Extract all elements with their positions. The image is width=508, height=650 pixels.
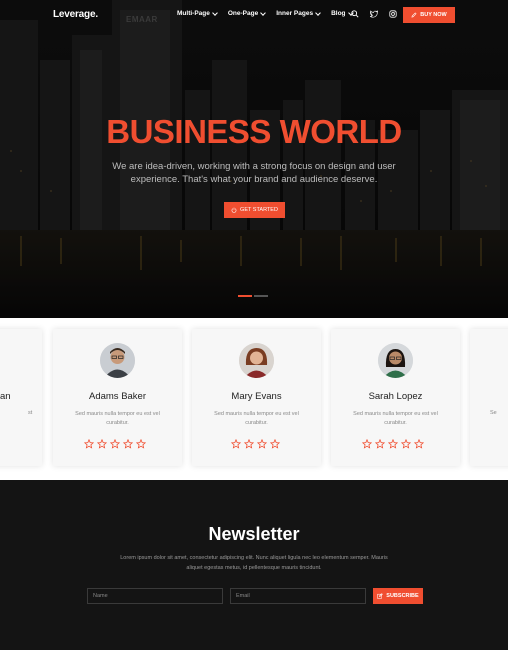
rating-stars: [362, 439, 424, 449]
rating-stars: [231, 439, 280, 449]
subscribe-button[interactable]: SUBSCRIBE: [373, 588, 423, 604]
star-icon[interactable]: [123, 439, 133, 449]
star-icon[interactable]: [84, 439, 94, 449]
member-description: Sed mauris nulla tempor eu est vel curab…: [353, 411, 438, 426]
star-icon[interactable]: [401, 439, 411, 449]
star-icon[interactable]: [257, 439, 267, 449]
star-icon[interactable]: [362, 439, 372, 449]
star-icon[interactable]: [136, 439, 146, 449]
newsletter-description: Lorem ipsum dolor sit amet, consectetur …: [120, 555, 388, 571]
hero-title: BUSINESS WORLD: [106, 113, 402, 150]
slider-dot-1[interactable]: [238, 295, 252, 297]
star-icon[interactable]: [388, 439, 398, 449]
member-text-fragment: st: [28, 410, 33, 416]
rating-stars: [84, 439, 146, 449]
city-night-background-image: [0, 0, 508, 318]
twitter-icon[interactable]: [369, 9, 378, 18]
menu-item-label: Blog: [331, 10, 346, 17]
menu-item-label: One-Page: [227, 10, 259, 17]
email-input[interactable]: [230, 588, 366, 604]
member-description: Sed mauris nulla tempor eu est vel curab…: [214, 411, 299, 426]
site-logo[interactable]: Leverage.: [53, 9, 98, 20]
avatar: [100, 343, 135, 378]
member-name-fragment: an: [0, 391, 11, 402]
team-card-partial-left: an st: [0, 329, 42, 466]
member-text-fragment: Se: [490, 410, 497, 416]
buy-now-button[interactable]: BUY NOW: [403, 7, 455, 23]
name-input[interactable]: [87, 588, 223, 604]
instagram-icon[interactable]: [388, 9, 397, 18]
menu-item-one-page[interactable]: One-Page: [227, 9, 267, 17]
search-icon[interactable]: [350, 9, 359, 18]
star-icon[interactable]: [414, 439, 424, 449]
pencil-icon: [411, 12, 417, 18]
member-name: Adams Baker: [88, 391, 147, 402]
edit-icon: [377, 593, 384, 599]
star-icon[interactable]: [97, 439, 107, 449]
power-icon: [231, 207, 237, 213]
slider-pagination: [238, 295, 268, 297]
member-name: Mary Evans: [231, 391, 282, 402]
team-card: Adams Baker Sed mauris nulla tempor eu e…: [53, 329, 182, 466]
menu-item-label: Inner Pages: [276, 10, 314, 17]
avatar: [378, 343, 413, 378]
star-icon[interactable]: [244, 439, 254, 449]
star-icon[interactable]: [375, 439, 385, 449]
hero-subtitle: We are idea-driven, working with a stron…: [112, 161, 396, 185]
star-icon[interactable]: [270, 439, 280, 449]
slider-dot-2[interactable]: [254, 295, 268, 297]
chevron-down-icon: [212, 9, 218, 16]
get-started-label: GET STARTED: [240, 207, 278, 213]
subscribe-label: SUBSCRIBE: [386, 593, 419, 599]
team-section: an st Adams Baker Sed mauris nulla tempo…: [0, 318, 508, 480]
chevron-down-icon: [260, 9, 267, 16]
main-menu: Multi-Page One-Page Inner Pages Blog: [177, 9, 354, 17]
menu-item-multi-page[interactable]: Multi-Page: [177, 9, 218, 17]
newsletter-title: Newsletter: [208, 524, 300, 544]
star-icon[interactable]: [231, 439, 241, 449]
member-description: Sed mauris nulla tempor eu est vel curab…: [75, 411, 160, 426]
chevron-down-icon: [315, 9, 321, 16]
avatar: [239, 343, 274, 378]
newsletter-section: Newsletter Lorem ipsum dolor sit amet, c…: [0, 480, 508, 650]
menu-item-label: Multi-Page: [177, 10, 210, 17]
hero-section: EMAAR Leverage. Multi-Page One-Page Inne…: [0, 0, 508, 318]
member-name: Sarah Lopez: [368, 391, 423, 402]
team-card-partial-right: Se: [470, 329, 508, 466]
nav-icons: [350, 9, 397, 18]
menu-item-inner-pages[interactable]: Inner Pages: [276, 9, 321, 17]
get-started-button[interactable]: GET STARTED: [224, 202, 285, 218]
star-icon[interactable]: [110, 439, 120, 449]
top-navigation: Leverage. Multi-Page One-Page Inner Page…: [0, 0, 508, 30]
team-card: Sarah Lopez Sed mauris nulla tempor eu e…: [331, 329, 460, 466]
team-card: Mary Evans Sed mauris nulla tempor eu es…: [192, 329, 321, 466]
buy-now-label: BUY NOW: [420, 12, 447, 18]
